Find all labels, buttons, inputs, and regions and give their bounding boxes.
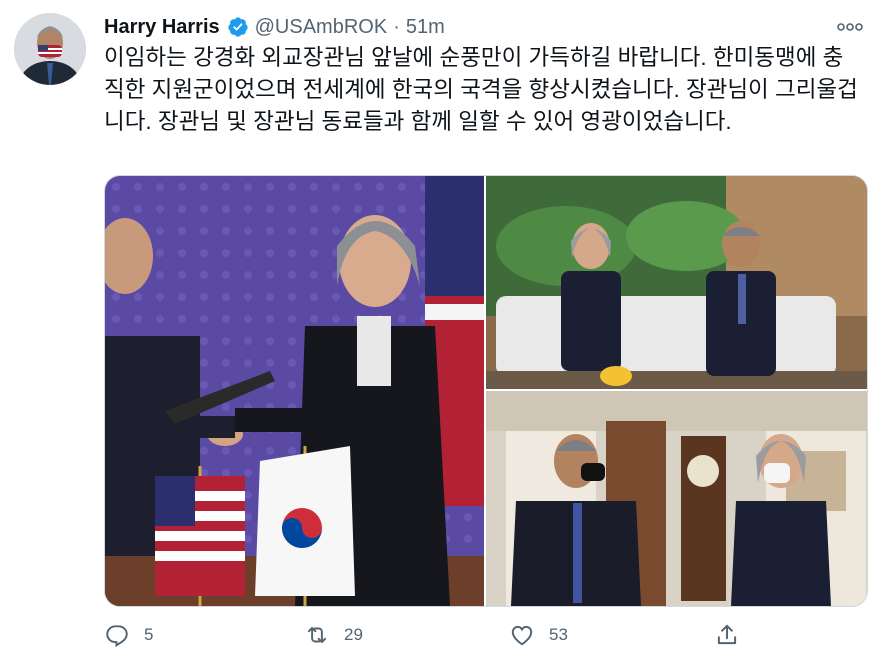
retweet-count: 29 (344, 625, 363, 644)
retweet-icon (307, 626, 327, 644)
media-grid (104, 175, 868, 607)
more-options-button[interactable] (836, 14, 864, 40)
photo-sofa-meeting[interactable] (486, 176, 867, 389)
more-dots-icon (837, 23, 863, 31)
share-icon (717, 624, 737, 645)
reply-icon (106, 625, 128, 648)
avatar-photo (14, 13, 86, 85)
standing-masks-image (486, 391, 867, 606)
photo-signing-ceremony[interactable] (105, 176, 484, 606)
reply-button[interactable]: 5 (104, 618, 153, 652)
photo-standing-masks[interactable] (486, 391, 867, 606)
tweet-actions: 5 29 53 (104, 618, 764, 652)
reply-count: 5 (144, 625, 154, 644)
author-handle[interactable]: @USAmbROK (255, 16, 388, 39)
heart-icon (511, 625, 533, 646)
tweet-text: 이임하는 강경화 외교장관님 앞날에 순풍만이 가득하길 바랍니다. 한미동맹에… (104, 45, 858, 134)
like-button[interactable]: 53 (509, 618, 568, 652)
author-name[interactable]: Harry Harris (104, 16, 220, 39)
share-button[interactable] (714, 618, 740, 652)
retweet-button[interactable]: 29 (304, 618, 363, 652)
signing-ceremony-image (105, 176, 484, 606)
sofa-meeting-image (486, 176, 867, 389)
tweet-header: Harry Harris @USAmbROK · 51m (104, 14, 864, 40)
like-count: 53 (549, 625, 568, 644)
verified-badge-icon (227, 17, 248, 37)
tweet-timestamp[interactable]: 51m (406, 16, 445, 39)
separator-dot: · (393, 15, 400, 38)
avatar[interactable] (14, 13, 86, 85)
